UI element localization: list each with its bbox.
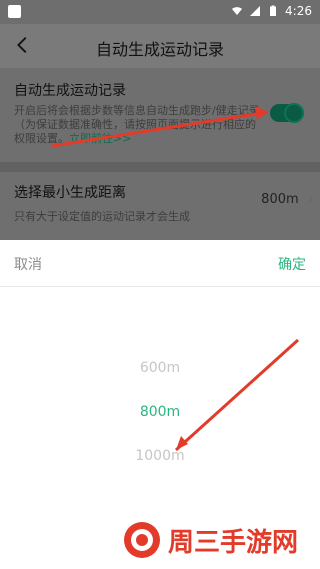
cancel-button[interactable]: 取消	[14, 254, 42, 274]
min-distance-value: 800m ›	[261, 192, 314, 207]
auto-record-title: 自动生成运动记录	[14, 83, 126, 99]
wifi-icon	[232, 7, 243, 15]
auto-record-description: 开启后将会根据步数等信息自动生成跑步/健走记录（为保证数据准确性，请按照页面提示…	[14, 104, 264, 146]
signal-icon	[250, 6, 261, 16]
picker-option-selected[interactable]: 800m	[0, 404, 320, 448]
min-distance-value-text: 800m	[261, 192, 299, 207]
section-divider	[0, 162, 320, 172]
chevron-right-icon: ›	[308, 192, 314, 207]
toggle-knob	[284, 103, 304, 123]
watermark-text: 周三手游网	[168, 527, 299, 558]
picker-option[interactable]: 1000m	[0, 448, 320, 492]
watermark-logo-icon	[124, 522, 160, 558]
top-app-bar: 自动生成运动记录	[0, 24, 320, 68]
go-now-link[interactable]: 立即前往>>	[69, 132, 131, 145]
confirm-button[interactable]: 确定	[278, 254, 306, 274]
min-distance-description: 只有大于设定值的运动记录才会生成	[14, 210, 190, 223]
picker-option[interactable]: 600m	[0, 360, 320, 404]
sheet-header: 取消 确定	[0, 240, 320, 287]
notification-icon	[8, 5, 21, 18]
page-title: 自动生成运动记录	[95, 40, 224, 59]
status-icons: 4:26	[231, 4, 312, 18]
watermark: 周三手游网	[122, 520, 298, 560]
status-bar: 4:26	[0, 0, 320, 24]
distance-picker[interactable]: 600m 800m 1000m	[0, 360, 320, 492]
min-distance-setting[interactable]: 选择最小生成距离 只有大于设定值的运动记录才会生成 800m ›	[14, 182, 314, 224]
auto-record-desc-text: 开启后将会根据步数等信息自动生成跑步/健走记录（为保证数据准确性，请按照页面提示…	[14, 104, 260, 145]
auto-record-setting[interactable]: 自动生成运动记录 开启后将会根据步数等信息自动生成跑步/健走记录（为保证数据准确…	[14, 80, 314, 146]
status-time: 4:26	[285, 4, 312, 18]
auto-record-toggle[interactable]	[270, 103, 304, 123]
battery-icon	[270, 5, 277, 16]
